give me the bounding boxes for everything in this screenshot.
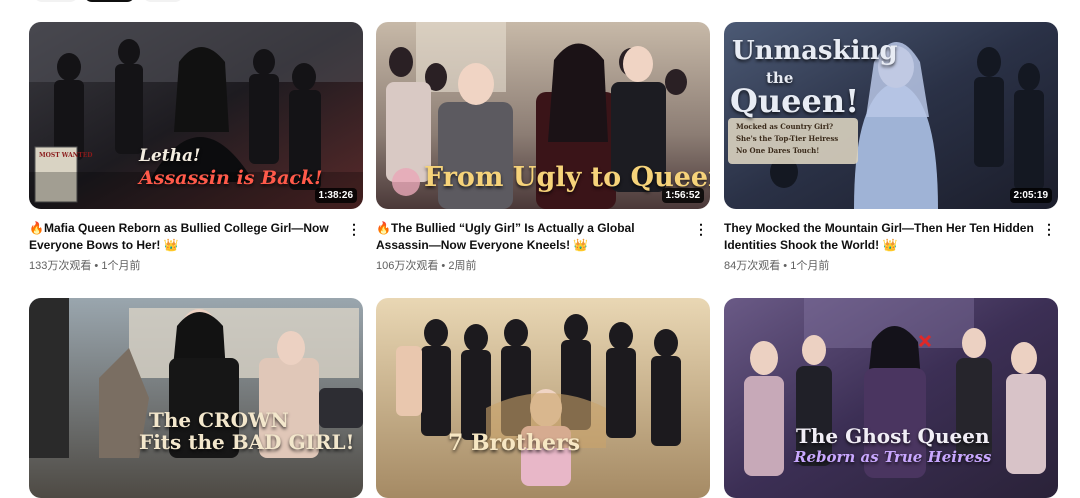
thumbnail-banner-line1: Mocked as Country Girl? <box>736 122 834 131</box>
thumbnail-banner-line3: No One Dares Touch! <box>736 146 820 155</box>
crown-emoji: 👑 <box>163 238 179 252</box>
thumbnail-title-line2: Fits the BAD GIRL! <box>139 430 355 454</box>
filter-chip-3[interactable] <box>143 0 183 2</box>
video-card[interactable]: 7 Brothers <box>376 298 710 498</box>
video-card[interactable]: From Ugly to Queen 1:56:52 🔥The Bullied … <box>376 22 710 273</box>
thumbnail-title-line1: Letha! <box>139 146 201 166</box>
video-thumbnail[interactable]: Unmasking the Queen! Mocked as Country G… <box>724 22 1058 209</box>
filter-chip-1[interactable] <box>34 0 78 2</box>
thumbnail-title-line2: Assassin is Back! <box>139 167 323 189</box>
video-card[interactable]: The CROWN Fits the BAD GIRL! <box>29 298 363 498</box>
duration-badge: 2:05:19 <box>1009 188 1052 203</box>
thumbnail-title-line2: Reborn as True Heiress <box>794 448 992 466</box>
video-thumbnail[interactable]: 7 Brothers <box>376 298 710 498</box>
video-title[interactable]: They Mocked the Mountain Girl—Then Her T… <box>724 220 1036 254</box>
thumbnail-title-line3: Queen! <box>730 82 860 120</box>
duration-badge: 1:56:52 <box>661 188 704 203</box>
video-thumbnail[interactable]: The CROWN Fits the BAD GIRL! <box>29 298 363 498</box>
crown-emoji: 👑 <box>882 238 898 252</box>
thumbnail-art <box>29 298 363 498</box>
more-vert-icon[interactable]: ⋮ <box>347 220 361 240</box>
crown-emoji: 👑 <box>573 238 589 252</box>
video-card[interactable]: Letha! Assassin is Back! MOST WANTED 1:3… <box>29 22 363 273</box>
thumbnail-banner-line2: She's the Top-Tier Heiress <box>736 134 839 143</box>
video-card[interactable]: Unmasking the Queen! Mocked as Country G… <box>724 22 1058 273</box>
more-vert-icon[interactable]: ⋮ <box>1042 220 1056 240</box>
video-stats: 84万次观看 • 1个月前 <box>724 260 830 272</box>
thumbnail-title-line1: The CROWN <box>149 408 289 432</box>
video-title[interactable]: 🔥The Bullied “Ugly Girl” Is Actually a G… <box>376 220 688 254</box>
video-thumbnail[interactable]: From Ugly to Queen 1:56:52 <box>376 22 710 209</box>
video-title[interactable]: 🔥Mafia Queen Reborn as Bullied College G… <box>29 220 341 254</box>
video-card[interactable]: The Ghost Queen Reborn as True Heiress <box>724 298 1058 498</box>
thumbnail-title: 7 Brothers <box>448 430 580 456</box>
thumbnail-art <box>724 298 1058 498</box>
thumbnail-title-line1: The Ghost Queen <box>796 424 990 448</box>
video-thumbnail[interactable]: The Ghost Queen Reborn as True Heiress <box>724 298 1058 498</box>
video-stats: 106万次观看 • 2周前 <box>376 260 477 272</box>
video-thumbnail[interactable]: Letha! Assassin is Back! MOST WANTED 1:3… <box>29 22 363 209</box>
duration-badge: 1:38:26 <box>314 188 357 203</box>
video-stats: 133万次观看 • 1个月前 <box>29 260 141 272</box>
filter-chip-selected[interactable] <box>84 0 135 2</box>
thumbnail-art <box>376 298 710 498</box>
more-vert-icon[interactable]: ⋮ <box>694 220 708 240</box>
thumbnail-poster-text: MOST WANTED <box>39 152 93 159</box>
thumbnail-title-line1: Unmasking <box>732 36 898 66</box>
